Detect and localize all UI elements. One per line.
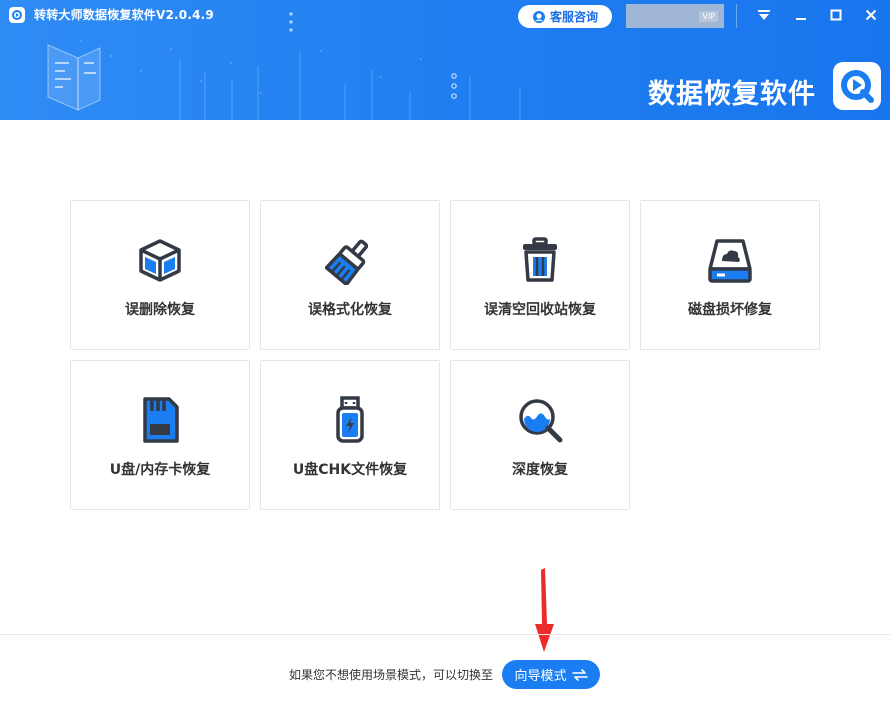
minimize-icon xyxy=(796,18,806,20)
switch-arrows-icon xyxy=(571,668,588,681)
card-recycle-bin-recovery[interactable]: 误清空回收站恢复 xyxy=(450,200,630,350)
title-divider xyxy=(736,4,737,28)
maximize-icon xyxy=(830,9,842,21)
maximize-button[interactable] xyxy=(822,4,850,26)
magnifier-icon xyxy=(519,399,563,443)
menu-dropdown-button[interactable] xyxy=(750,4,778,26)
vip-badge: VIP xyxy=(699,10,718,22)
card-label: 误清空回收站恢复 xyxy=(484,302,596,318)
brand-logo-icon xyxy=(833,62,881,110)
trash-bin-icon xyxy=(523,237,557,282)
card-format-recovery[interactable]: 误格式化恢复 xyxy=(260,200,440,350)
guide-mode-label: 向导模式 xyxy=(514,669,567,684)
card-deleted-recovery[interactable]: 误删除恢复 xyxy=(70,200,250,350)
menu-down-icon xyxy=(758,10,770,20)
sd-card-icon xyxy=(143,397,179,443)
app-title: 转转大师数据恢复软件V2.0.4.9 xyxy=(34,8,214,22)
footer-hint: 如果您不想使用场景模式，可以切换至 xyxy=(289,668,494,682)
card-label: 误删除恢复 xyxy=(125,302,195,318)
card-deep-recovery[interactable]: 深度恢复 xyxy=(450,360,630,510)
user-avatar[interactable]: VIP xyxy=(626,4,724,28)
customer-service-label: 客服咨询 xyxy=(549,10,598,24)
broom-icon xyxy=(325,239,369,285)
card-label: 磁盘损坏修复 xyxy=(688,302,772,318)
card-disk-repair[interactable]: 磁盘损坏修复 xyxy=(640,200,820,350)
minimize-button[interactable] xyxy=(787,4,815,26)
app-logo-icon xyxy=(9,7,25,23)
footer-divider xyxy=(0,634,890,635)
usb-drive-icon xyxy=(336,396,364,443)
hard-disk-icon xyxy=(708,239,752,283)
guide-mode-button[interactable]: 向导模式 xyxy=(502,660,600,689)
card-label: 深度恢复 xyxy=(512,462,568,478)
card-label: U盘/内存卡恢复 xyxy=(109,462,211,478)
header-banner: 转转大师数据恢复软件V2.0.4.9 客服咨询 VIP 数据恢复软件 xyxy=(0,0,890,120)
card-label: U盘CHK文件恢复 xyxy=(292,462,408,478)
card-chk-file-recovery[interactable]: U盘CHK文件恢复 xyxy=(260,360,440,510)
close-button[interactable] xyxy=(857,4,885,26)
headset-icon xyxy=(532,10,545,23)
brand-text: 数据恢复软件 xyxy=(648,79,816,110)
card-label: 误格式化恢复 xyxy=(308,302,392,318)
close-icon xyxy=(865,9,877,21)
red-arrow-annotation xyxy=(535,568,554,652)
app-window: 转转大师数据恢复软件V2.0.4.9 客服咨询 VIP 数据恢复软件 误删除恢复… xyxy=(0,0,890,715)
card-usb-sd-recovery[interactable]: U盘/内存卡恢复 xyxy=(70,360,250,510)
cube-icon xyxy=(139,239,181,282)
customer-service-button[interactable]: 客服咨询 xyxy=(518,5,612,28)
